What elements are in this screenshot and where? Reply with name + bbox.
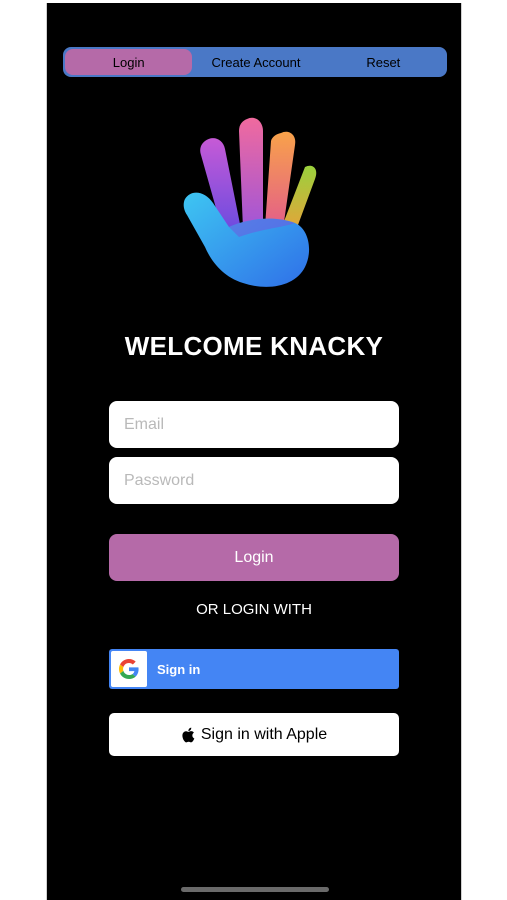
home-indicator[interactable] [181,887,329,892]
tab-reset[interactable]: Reset [320,47,447,77]
password-field[interactable] [109,457,399,504]
google-button-label: Sign in [157,661,201,677]
welcome-title: WELCOME KNACKY [124,331,384,361]
google-g-icon [119,659,139,679]
login-button[interactable]: Login [109,534,399,581]
apple-icon [182,727,195,742]
app-screen: Login Create Account Reset WELCOME KNACK… [46,3,462,900]
google-icon-container [111,651,147,687]
auth-tabs: Login Create Account Reset [63,47,447,77]
apple-sign-in-button[interactable]: Sign in with Apple [109,713,399,756]
tab-login[interactable]: Login [65,49,193,75]
apple-button-label: Sign in with Apple [200,725,328,743]
alt-login-label: OR LOGIN WITH [196,601,312,618]
tab-create-account[interactable]: Create Account [192,47,319,77]
google-sign-in-button[interactable]: Sign in [109,649,399,689]
colorful-hand-logo-icon [183,117,317,287]
email-field[interactable] [109,401,399,448]
